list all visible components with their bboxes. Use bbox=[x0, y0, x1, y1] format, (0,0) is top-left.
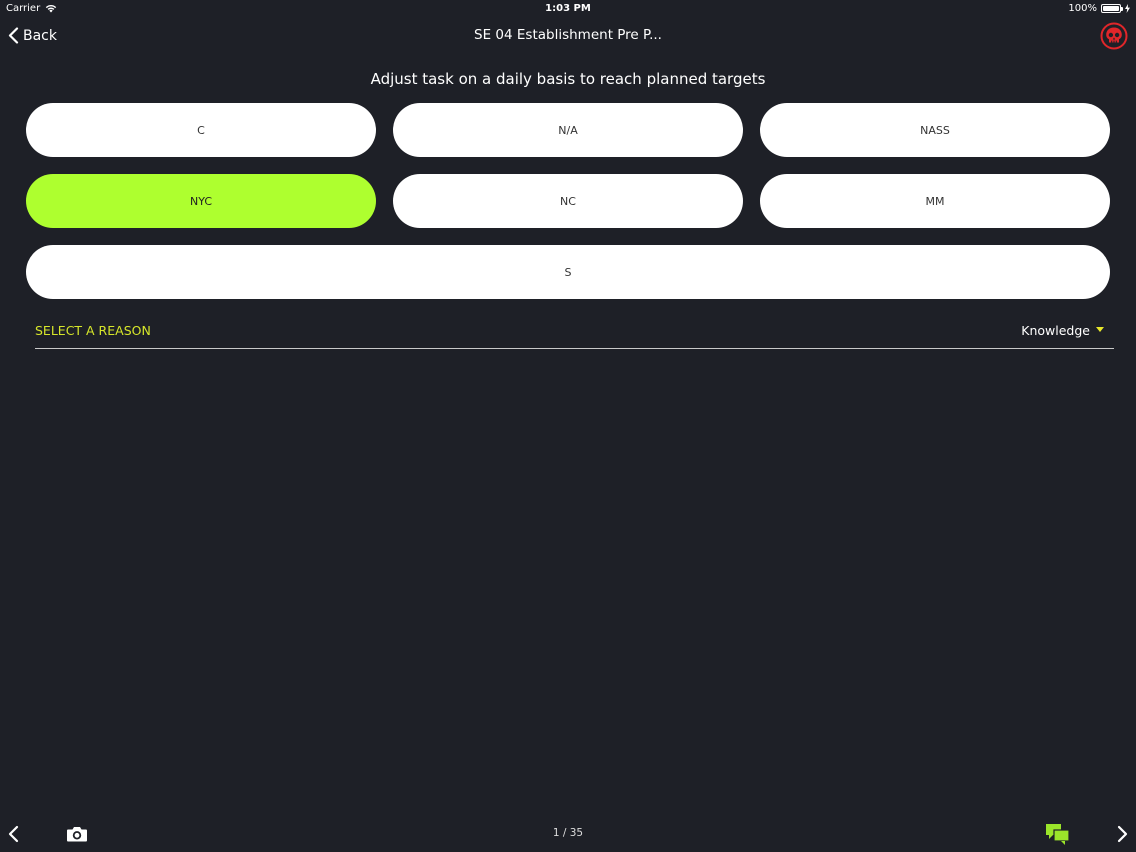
next-page-button[interactable] bbox=[1114, 824, 1130, 844]
reason-selected-value: Knowledge bbox=[1021, 323, 1090, 338]
option-nc[interactable]: NC bbox=[393, 174, 743, 228]
options-grid: C N/A NASS NYC NC MM S bbox=[26, 103, 1110, 299]
chat-bubbles-icon[interactable] bbox=[1045, 822, 1071, 846]
navigation-bar: Back SE 04 Establishment Pre P... bbox=[0, 18, 1136, 54]
caret-down-icon bbox=[1096, 327, 1104, 332]
skull-icon[interactable] bbox=[1100, 22, 1128, 50]
bottom-toolbar: 1 / 35 bbox=[0, 818, 1136, 852]
reason-selector: SELECT A REASON Knowledge bbox=[35, 316, 1114, 349]
option-na[interactable]: N/A bbox=[393, 103, 743, 157]
charging-bolt-icon bbox=[1125, 4, 1130, 13]
option-mm[interactable]: MM bbox=[760, 174, 1110, 228]
option-s[interactable]: S bbox=[26, 245, 1110, 299]
battery-info: 100% bbox=[1068, 3, 1130, 14]
page-title: SE 04 Establishment Pre P... bbox=[474, 27, 662, 43]
option-nass[interactable]: NASS bbox=[760, 103, 1110, 157]
reason-dropdown[interactable]: Knowledge bbox=[1021, 323, 1104, 338]
status-bar: Carrier 1:03 PM 100% bbox=[0, 0, 1136, 18]
battery-percent: 100% bbox=[1068, 3, 1097, 14]
reason-label: SELECT A REASON bbox=[35, 323, 151, 338]
status-time: 1:03 PM bbox=[545, 3, 591, 14]
option-nyc[interactable]: NYC bbox=[26, 174, 376, 228]
option-c[interactable]: C bbox=[26, 103, 376, 157]
page-indicator: 1 / 35 bbox=[552, 827, 584, 839]
battery-icon bbox=[1101, 4, 1123, 13]
task-subtitle: Adjust task on a daily basis to reach pl… bbox=[370, 70, 766, 88]
